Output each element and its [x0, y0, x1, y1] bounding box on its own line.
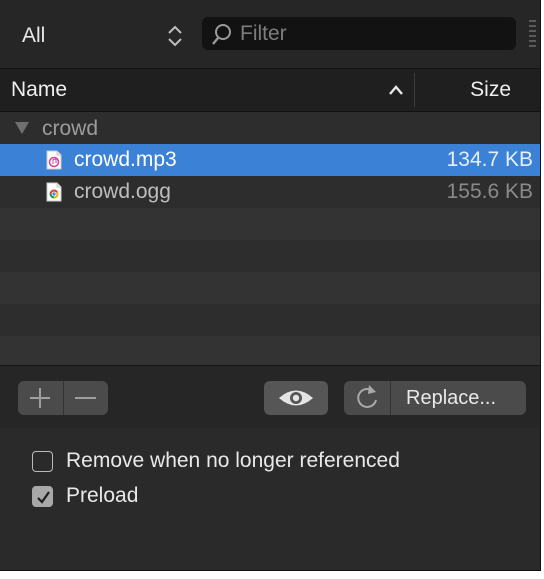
column-header: Name Size	[0, 69, 540, 112]
audio-file-icon	[46, 150, 62, 170]
add-button[interactable]	[18, 381, 64, 415]
file-name: crowd.mp3	[74, 148, 177, 171]
replace-label: Replace...	[406, 387, 497, 409]
search-icon	[212, 24, 231, 45]
reload-button[interactable]	[344, 381, 391, 415]
chrome-file-icon	[46, 182, 62, 202]
sort-ascending-icon	[389, 85, 403, 95]
minus-icon	[75, 397, 96, 399]
asset-toolbar: Replace...	[0, 365, 540, 429]
list-item[interactable]: crowd.ogg 155.6 KB	[0, 176, 540, 208]
remove-unreferenced-checkbox[interactable]	[32, 451, 53, 472]
kind-select-value: All	[22, 24, 46, 47]
resize-grip-icon[interactable]	[529, 20, 536, 48]
add-remove-segmented-control	[18, 381, 108, 415]
filter-field[interactable]	[202, 17, 516, 50]
preload-checkbox[interactable]	[32, 486, 53, 507]
plus-icon	[30, 388, 50, 408]
name-column-header[interactable]: Name	[0, 69, 414, 111]
preload-option[interactable]: Preload	[32, 484, 492, 512]
size-column-label: Size	[470, 78, 511, 101]
empty-row	[0, 240, 540, 272]
preview-button[interactable]	[264, 381, 328, 415]
file-name: crowd.ogg	[74, 180, 171, 203]
filter-input[interactable]	[240, 20, 508, 47]
empty-row	[0, 304, 540, 336]
remove-button[interactable]	[64, 381, 108, 415]
replace-button[interactable]: Replace...	[391, 381, 526, 415]
list-item[interactable]: crowd.mp3 134.7 KB	[0, 144, 540, 176]
remove-unreferenced-option[interactable]: Remove when no longer referenced	[32, 449, 492, 477]
file-size: 155.6 KB	[446, 180, 533, 203]
name-column-label: Name	[11, 78, 68, 101]
file-size: 134.7 KB	[446, 148, 533, 171]
remove-unreferenced-label: Remove when no longer referenced	[66, 449, 400, 472]
group-row[interactable]: crowd	[0, 112, 540, 144]
empty-row	[0, 272, 540, 304]
reload-icon	[357, 385, 377, 408]
up-down-chevron-icon	[168, 25, 182, 47]
replace-control: Replace...	[344, 381, 526, 415]
preload-label: Preload	[66, 484, 139, 507]
eye-icon	[279, 390, 313, 406]
audio-assets-panel: All Name Size	[0, 0, 541, 571]
empty-row	[0, 336, 540, 365]
asset-options: Remove when no longer referenced Preload	[0, 428, 540, 570]
size-column-header[interactable]: Size	[415, 69, 540, 111]
group-label: crowd	[42, 117, 99, 140]
filter-bar: All	[0, 0, 540, 69]
disclosure-triangle-icon[interactable]	[15, 122, 29, 134]
empty-row	[0, 208, 540, 240]
kind-select[interactable]: All	[10, 16, 190, 54]
asset-list: crowd crowd.mp3 134.7 KB crowd.ogg 155.6…	[0, 112, 540, 365]
checkmark-icon	[37, 491, 50, 504]
